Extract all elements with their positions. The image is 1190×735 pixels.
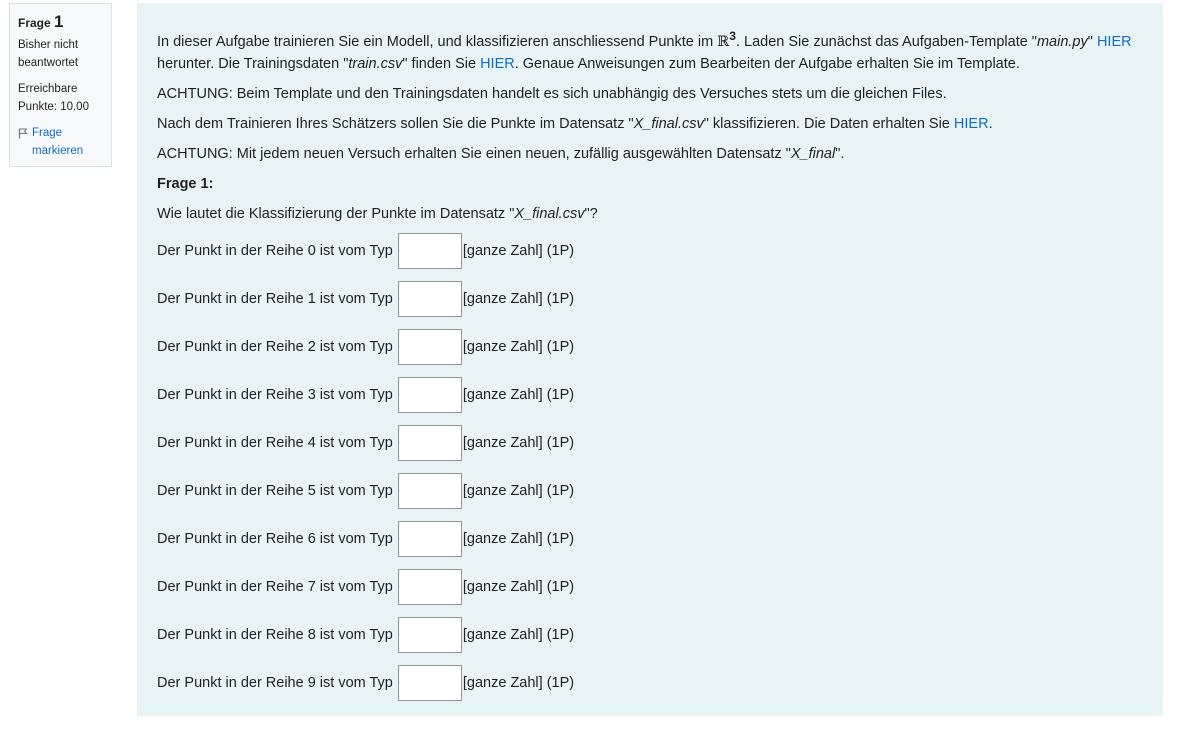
answer-row: Der Punkt in der Reihe 7 ist vom Typ [gan… [157,568,1143,605]
answer-row: Der Punkt in der Reihe 8 ist vom Typ [gan… [157,616,1143,653]
answer-hint: [ganze Zahl] (1P) [462,674,575,691]
xfinal-dataset-name: X_final [790,145,836,162]
answer-hint: [ganze Zahl] (1P) [462,578,575,595]
intro-paragraph-1: In dieser Aufgabe trainieren Sie ein Mod… [157,25,1143,75]
intro-text: ACHTUNG: Mit jedem neuen Versuch erhalte… [157,145,791,162]
answer-row-label: Der Punkt in der Reihe 1 ist vom Typ [157,290,393,307]
intro-text: " [1087,33,1097,50]
intro-paragraph-4: ACHTUNG: Mit jedem neuen Versuch erhalte… [157,143,1143,165]
question-heading: Frage 1: [157,175,214,192]
answer-input-row-0[interactable] [397,232,462,269]
answer-row-label: Der Punkt in der Reihe 6 ist vom Typ [157,530,393,547]
answer-hint: [ganze Zahl] (1P) [462,434,575,451]
intro-text: . [988,115,993,132]
answer-row-label: Der Punkt in der Reihe 4 ist vom Typ [157,434,393,451]
flag-question-label: Frage markieren [32,127,84,157]
answer-row: Der Punkt in der Reihe 2 ist vom Typ [gan… [157,328,1143,365]
answer-row-label: Der Punkt in der Reihe 7 ist vom Typ [157,578,393,595]
answer-row: Der Punkt in der Reihe 1 ist vom Typ [gan… [157,280,1143,317]
answer-row: Der Punkt in der Reihe 6 ist vom Typ [gan… [157,520,1143,557]
question-grade: Erreichbare Punkte: 10.00 [18,83,89,113]
answer-row: Der Punkt in der Reihe 0 ist vom Typ [gan… [157,232,1143,269]
intro-text: herunter. Die Trainingsdaten " [157,55,349,72]
question-number-label: Frage [18,16,51,30]
question-state: Bisher nicht beantwortet [18,39,79,69]
answer-input-row-8[interactable] [397,616,462,653]
answer-row-label: Der Punkt in der Reihe 9 ist vom Typ [157,674,393,691]
answer-input-row-5[interactable] [397,472,462,509]
intro-text: . Genaue Anweisungen zum Bearbeiten der … [514,55,1020,72]
question-text-part: Wie lautet die Klassifizierung der Punkt… [157,205,515,222]
flag-icon [18,128,28,139]
answer-input-row-4[interactable] [397,424,462,461]
answer-row: Der Punkt in der Reihe 5 ist vom Typ [gan… [157,472,1143,509]
question-content: In dieser Aufgabe trainieren Sie ein Mod… [137,3,1163,716]
intro-paragraph-3: Nach dem Trainieren Ihres Schätzers soll… [157,113,1143,135]
answer-input-row-3[interactable] [397,376,462,413]
intro-text: . Laden Sie zunächst das Aufgaben-Templa… [735,33,1037,50]
intro-text: " finden Sie [402,55,481,72]
question-text: Wie lautet die Klassifizierung der Punkt… [157,203,1143,225]
intro-text: In dieser Aufgabe trainieren Sie ein Mod… [157,33,718,50]
train-filename: train.csv [348,55,403,72]
question-filename: X_final.csv [514,205,585,222]
answer-hint: [ganze Zahl] (1P) [462,626,575,643]
intro-paragraph-2: ACHTUNG: Beim Template und den Trainings… [157,85,947,102]
answer-hint: [ganze Zahl] (1P) [462,482,575,499]
answer-input-row-1[interactable] [397,280,462,317]
train-data-link[interactable]: HIER [480,56,515,72]
answer-hint: [ganze Zahl] (1P) [462,386,575,403]
flag-question-link[interactable]: Frage markieren [18,124,103,160]
answer-hint: [ganze Zahl] (1P) [462,530,575,547]
answer-input-row-7[interactable] [397,568,462,605]
answer-row: Der Punkt in der Reihe 4 ist vom Typ [gan… [157,424,1143,461]
question-text-part: "? [584,205,598,222]
answer-hint: [ganze Zahl] (1P) [462,290,575,307]
xfinal-filename: X_final.csv [633,115,704,132]
question-number-value: 1 [54,12,64,31]
answer-row-label: Der Punkt in der Reihe 0 ist vom Typ [157,242,393,259]
real-number-symbol: ℝ [717,33,730,50]
exponent: 3 [729,29,736,43]
answer-row-label: Der Punkt in der Reihe 5 ist vom Typ [157,482,393,499]
answer-row: Der Punkt in der Reihe 3 ist vom Typ [gan… [157,376,1143,413]
template-download-link[interactable]: HIER [1097,34,1132,50]
template-filename: main.py [1036,33,1088,50]
answer-row-label: Der Punkt in der Reihe 3 ist vom Typ [157,386,393,403]
xfinal-data-link[interactable]: HIER [954,116,989,132]
answer-input-row-9[interactable] [397,664,462,701]
intro-text: ". [835,145,845,162]
answer-list: Der Punkt in der Reihe 0 ist vom Typ [gan… [157,232,1143,701]
intro-text: Nach dem Trainieren Ihres Schätzers soll… [157,115,634,132]
intro-text: " klassifizieren. Die Daten erhalten Sie [703,115,954,132]
answer-hint: [ganze Zahl] (1P) [462,338,575,355]
answer-row: Der Punkt in der Reihe 9 ist vom Typ [gan… [157,664,1143,701]
answer-hint: [ganze Zahl] (1P) [462,242,575,259]
answer-row-label: Der Punkt in der Reihe 8 ist vom Typ [157,626,393,643]
answer-input-row-6[interactable] [397,520,462,557]
question-number: Frage 1 [18,13,103,32]
question-info-box: Frage 1 Bisher nicht beantwortet Erreich… [9,3,112,167]
answer-input-row-2[interactable] [397,328,462,365]
answer-row-label: Der Punkt in der Reihe 2 ist vom Typ [157,338,393,355]
